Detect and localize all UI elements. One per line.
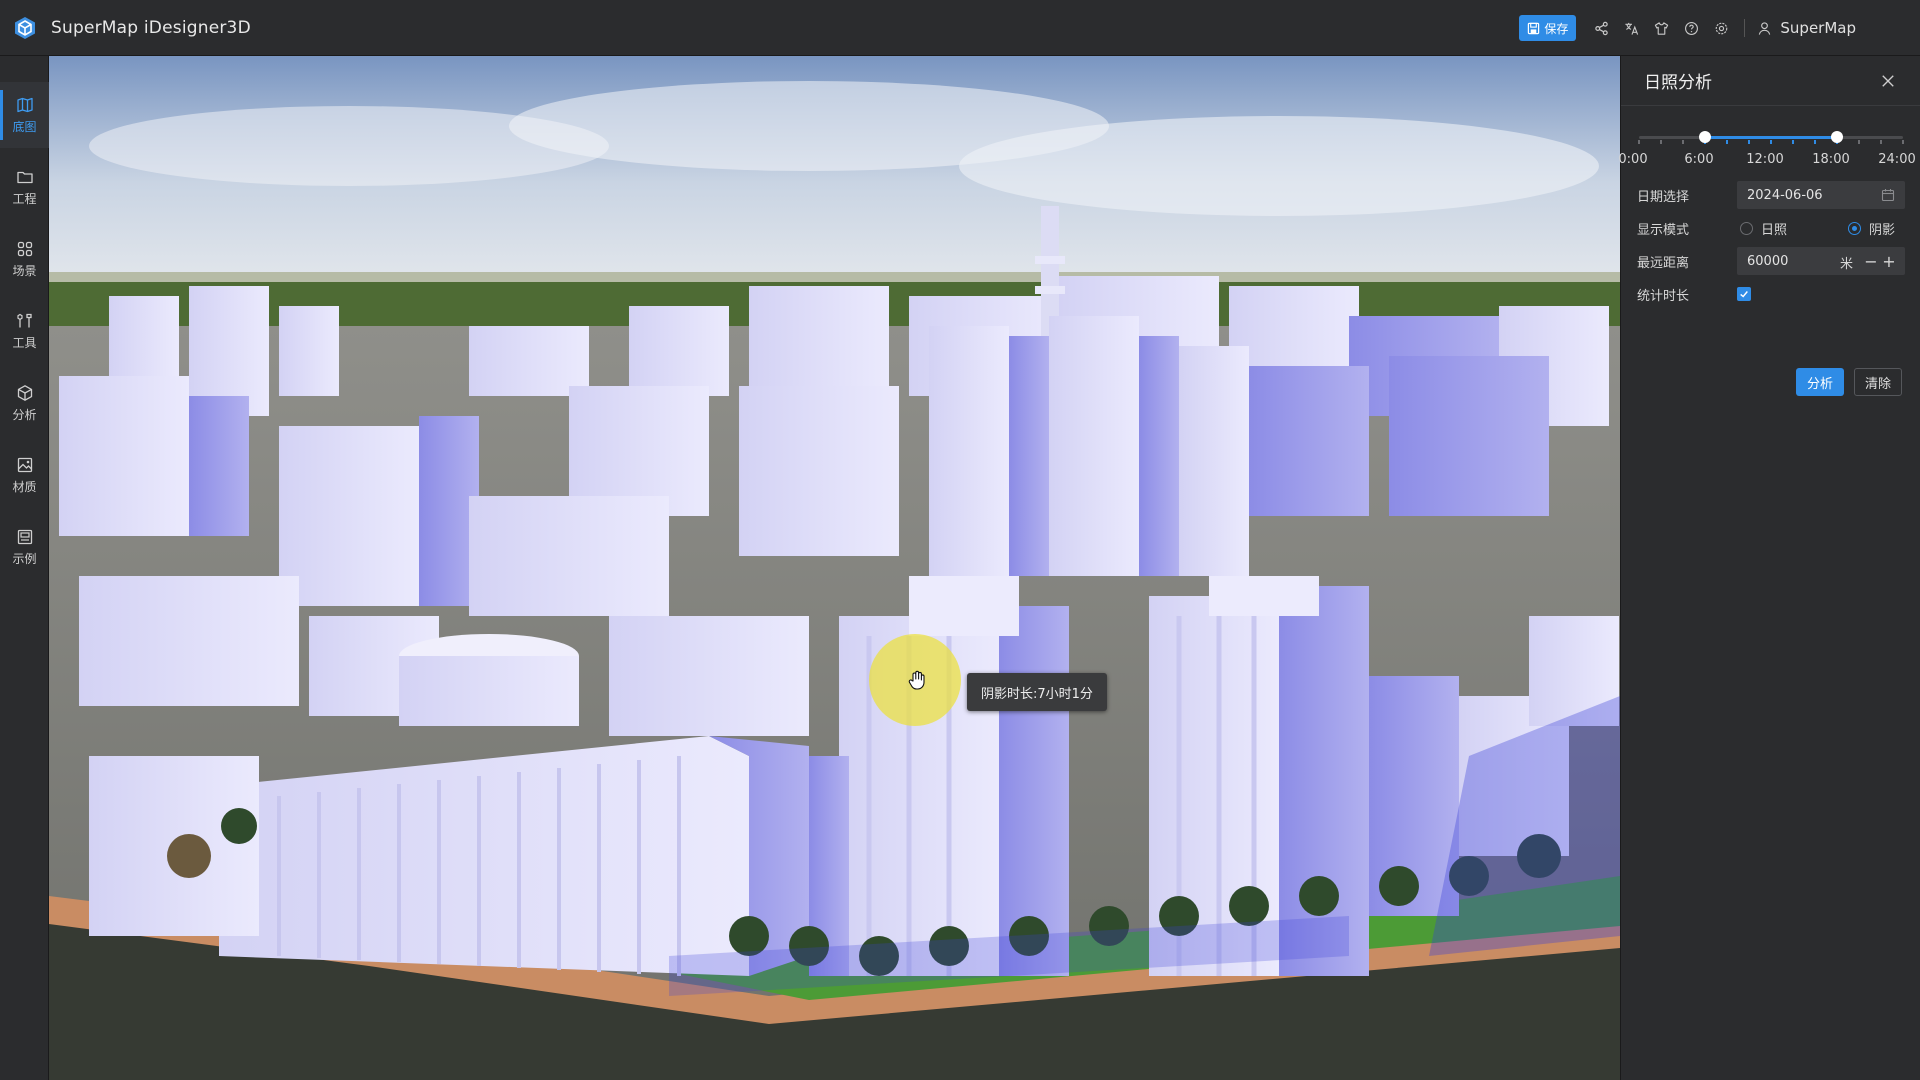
sidebar-item-tools[interactable]: 工具: [0, 298, 49, 364]
sidebar-item-scene[interactable]: 场景: [0, 226, 49, 292]
toolbar-divider: [1744, 19, 1746, 37]
increment-button[interactable]: +: [1881, 251, 1897, 271]
user-icon: [1759, 21, 1771, 35]
translate-icon[interactable]: [1616, 13, 1646, 43]
check-icon: [1740, 291, 1748, 298]
slider-tick: [1814, 140, 1816, 144]
radio-sunlight-label: 日照: [1761, 222, 1788, 238]
slider-tick: [1660, 140, 1662, 144]
example-icon: [17, 529, 32, 544]
shadow-duration-tooltip: 阴影时长:7小时1分: [967, 673, 1107, 711]
date-row: 日期选择 2024-06-06: [1637, 181, 1905, 209]
decrement-button[interactable]: −: [1863, 251, 1879, 271]
radio-shadow-label: 阴影: [1869, 222, 1896, 238]
slider-tick: [1726, 140, 1728, 144]
sidebar-item-label: 工程: [12, 191, 37, 206]
scene-viewport[interactable]: 阴影时长:7小时1分: [49, 56, 1620, 1080]
max-distance-row: 最远距离 60000 米 − +: [1637, 247, 1905, 275]
save-button-label: 保存: [1544, 21, 1569, 36]
max-distance-input[interactable]: 60000 米 − +: [1737, 247, 1905, 275]
radio-sunlight[interactable]: 日照: [1740, 219, 1787, 238]
time-label: 12:00: [1746, 152, 1784, 167]
user-name: SuperMap: [1780, 19, 1856, 37]
map-icon: [16, 97, 33, 112]
panel-title: 日照分析: [1644, 73, 1712, 93]
clear-button[interactable]: 清除: [1854, 368, 1902, 396]
save-button[interactable]: 保存: [1519, 15, 1577, 41]
slider-tick: [1902, 140, 1904, 144]
close-icon[interactable]: [1878, 71, 1898, 91]
user-menu[interactable]: SuperMap: [1757, 19, 1856, 37]
slider-tick: [1858, 140, 1860, 144]
radio-sunlight-dot: [1740, 221, 1753, 235]
time-label: 0:00: [1618, 152, 1648, 167]
panel-header: 日照分析: [1621, 56, 1920, 106]
slider-tick: [1638, 140, 1640, 144]
sunlight-analysis-panel: 日照分析 0:00 6:00 12:00 18:00 24:00 日期选择 20…: [1618, 56, 1920, 1080]
sidebar-item-label: 场景: [12, 263, 37, 278]
statistics-label: 统计时长: [1637, 288, 1690, 304]
top-bar: SuperMap iDesigner3D 保存 SuperMap: [0, 0, 1920, 56]
slider-fill: [1705, 136, 1837, 139]
image-icon: [17, 457, 32, 472]
folder-icon: [16, 171, 33, 183]
calendar-icon: [1881, 189, 1895, 202]
max-distance-value: 60000: [1747, 253, 1789, 269]
analyze-button[interactable]: 分析: [1796, 368, 1844, 396]
slider-start-handle[interactable]: [1699, 131, 1711, 143]
sidebar-item-basemap[interactable]: 底图: [0, 82, 49, 148]
slider-tick: [1770, 140, 1772, 144]
share-icon[interactable]: [1586, 13, 1616, 43]
action-buttons: 分析 清除: [1796, 368, 1902, 396]
app-title: SuperMap iDesigner3D: [51, 17, 251, 38]
sidebar-item-label: 分析: [12, 407, 37, 422]
sidebar-item-material[interactable]: 材质: [0, 442, 49, 508]
sidebar-item-analysis[interactable]: 分析: [0, 370, 49, 436]
app-logo-icon: [13, 16, 37, 40]
grid-icon: [17, 241, 32, 256]
date-picker-input[interactable]: 2024-06-06: [1737, 181, 1905, 209]
slider-tick: [1748, 140, 1750, 144]
date-label: 日期选择: [1637, 189, 1690, 205]
save-icon: [1528, 22, 1540, 34]
statistics-checkbox[interactable]: [1737, 287, 1751, 301]
sidebar-item-examples[interactable]: 示例: [0, 514, 49, 580]
time-scale-labels: 0:00 6:00 12:00 18:00 24:00: [1618, 152, 1916, 170]
slider-tick: [1792, 140, 1794, 144]
slider-end-handle[interactable]: [1831, 131, 1843, 143]
slider-tick: [1880, 140, 1882, 144]
time-label: 18:00: [1812, 152, 1850, 167]
sidebar-item-label: 示例: [12, 551, 37, 566]
time-label: 6:00: [1684, 152, 1714, 167]
cube-icon: [17, 384, 32, 401]
radio-shadow-dot: [1848, 221, 1861, 235]
sidebar-item-label: 材质: [12, 479, 37, 494]
statistics-row: 统计时长: [1637, 280, 1905, 308]
date-value: 2024-06-06: [1747, 187, 1823, 203]
help-icon[interactable]: [1676, 13, 1706, 43]
top-actions: 保存 SuperMap: [1519, 0, 1856, 56]
slider-tick: [1682, 140, 1684, 144]
display-mode-label: 显示模式: [1637, 222, 1690, 238]
time-label: 24:00: [1878, 152, 1916, 167]
shirt-icon[interactable]: [1646, 13, 1676, 43]
radio-shadow[interactable]: 阴影: [1848, 219, 1895, 238]
city-scene-render: [49, 56, 1620, 1080]
hand-cursor-icon: [905, 668, 929, 692]
distance-unit: 米: [1839, 257, 1853, 272]
time-range-slider[interactable]: [1638, 130, 1904, 144]
left-sidebar: 底图 工程 场景 工具 分析 材质 示例: [0, 56, 49, 1080]
sidebar-item-label: 工具: [12, 335, 37, 350]
sidebar-item-project[interactable]: 工程: [0, 154, 49, 220]
display-mode-row: 显示模式 日照 阴影: [1637, 214, 1905, 242]
max-distance-label: 最远距离: [1637, 255, 1690, 271]
tools-icon: [16, 313, 32, 327]
sidebar-item-label: 底图: [12, 119, 37, 134]
settings-icon[interactable]: [1706, 13, 1736, 43]
